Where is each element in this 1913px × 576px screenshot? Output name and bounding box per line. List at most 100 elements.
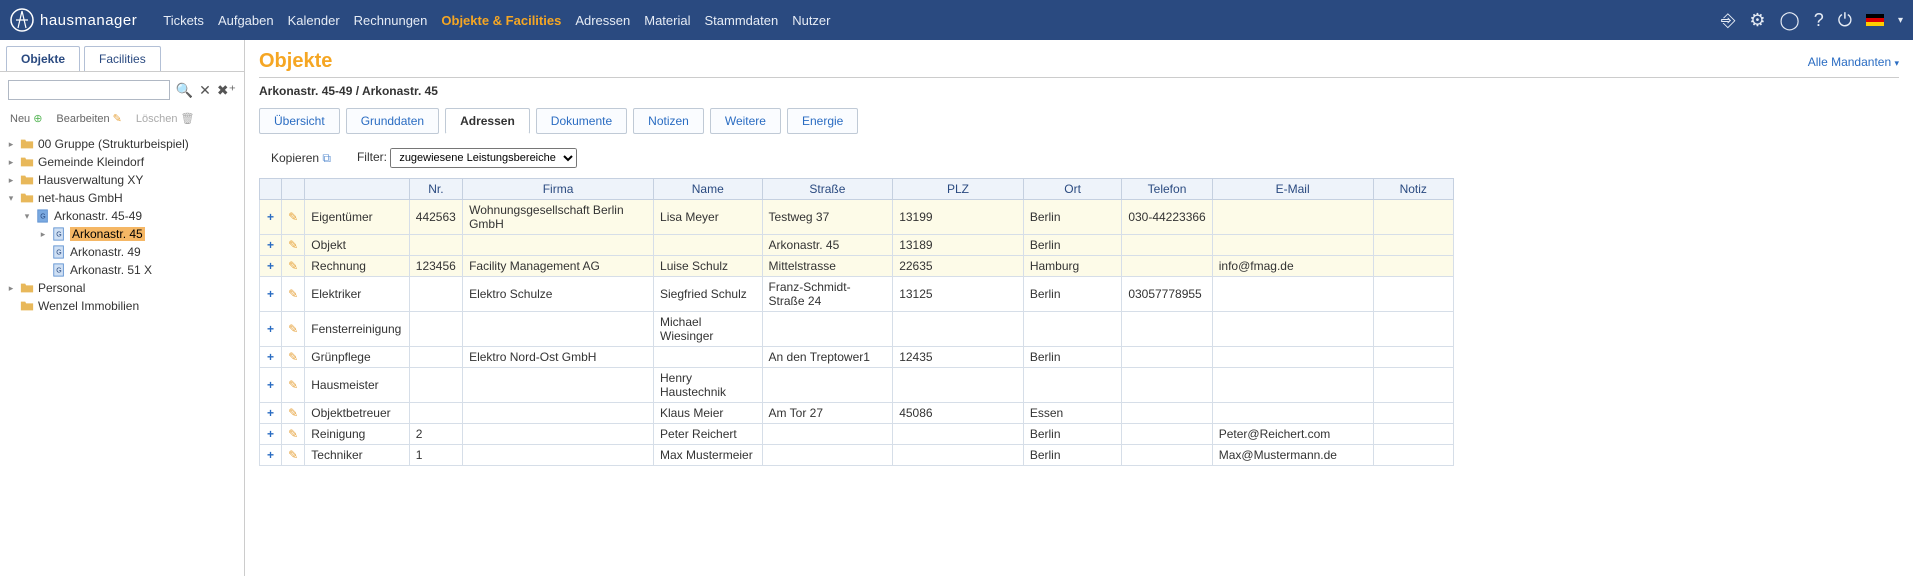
edit-row-icon[interactable]: ✎ (282, 368, 305, 403)
table-row[interactable]: +✎ElektrikerElektro SchulzeSiegfried Sch… (260, 277, 1454, 312)
tree-item[interactable]: GArkonastr. 49 (6, 243, 238, 261)
table-row[interactable]: +✎GrünpflegeElektro Nord-Ost GmbHAn den … (260, 347, 1454, 368)
expand-icon[interactable]: ▸ (6, 283, 16, 294)
col-header[interactable]: PLZ (893, 179, 1024, 200)
edit-row-icon[interactable]: ✎ (282, 424, 305, 445)
nav-item-kalender[interactable]: Kalender (288, 13, 340, 28)
add-row-icon[interactable]: + (260, 312, 282, 347)
add-row-icon[interactable]: + (260, 347, 282, 368)
col-header[interactable]: Nr. (409, 179, 462, 200)
tree-item[interactable]: ▸00 Gruppe (Strukturbeispiel) (6, 135, 238, 153)
tree-item[interactable]: ▾net-haus GmbH (6, 189, 238, 207)
clear-icon[interactable]: ✕ (199, 82, 211, 99)
add-row-icon[interactable]: + (260, 403, 282, 424)
edit-row-icon[interactable]: ✎ (282, 277, 305, 312)
col-header[interactable]: E-Mail (1212, 179, 1373, 200)
col-header[interactable]: Ort (1023, 179, 1121, 200)
col-header[interactable]: Firma (463, 179, 654, 200)
col-header[interactable] (260, 179, 282, 200)
subtab-dokumente[interactable]: Dokumente (536, 108, 627, 134)
table-row[interactable]: +✎Eigentümer442563Wohnungsgesellschaft B… (260, 200, 1454, 235)
login-icon[interactable]: ⎆ (1721, 10, 1735, 31)
flag-dropdown-icon[interactable]: ▾ (1898, 15, 1903, 26)
subtab-grunddaten[interactable]: Grunddaten (346, 108, 439, 134)
nav-item-tickets[interactable]: Tickets (163, 13, 204, 28)
tree-item[interactable]: ▸GArkonastr. 45 (6, 225, 238, 243)
edit-row-icon[interactable]: ✎ (282, 445, 305, 466)
add-row-icon[interactable]: + (260, 445, 282, 466)
col-header[interactable]: Telefon (1122, 179, 1212, 200)
nav-item-stammdaten[interactable]: Stammdaten (705, 13, 779, 28)
tree-item[interactable]: ▸Personal (6, 279, 238, 297)
edit-row-icon[interactable]: ✎ (282, 347, 305, 368)
col-header[interactable] (282, 179, 305, 200)
subtab-übersicht[interactable]: Übersicht (259, 108, 340, 134)
user-icon[interactable]: ◯ (1780, 10, 1800, 31)
svg-text:G: G (56, 268, 61, 275)
subtab-adressen[interactable]: Adressen (445, 108, 530, 134)
add-row-icon[interactable]: + (260, 200, 282, 235)
nav-item-nutzer[interactable]: Nutzer (792, 13, 830, 28)
col-header[interactable]: Name (654, 179, 763, 200)
table-row[interactable]: +✎Rechnung123456Facility Management AGLu… (260, 256, 1454, 277)
nav-item-material[interactable]: Material (644, 13, 690, 28)
add-row-icon[interactable]: + (260, 277, 282, 312)
nav-item-adressen[interactable]: Adressen (575, 13, 630, 28)
expand-icon[interactable]: ▸ (6, 175, 16, 186)
cell-notiz (1373, 347, 1453, 368)
tree-item[interactable]: ▸Hausverwaltung XY (6, 171, 238, 189)
tree-item[interactable]: Wenzel Immobilien (6, 297, 238, 315)
table-row[interactable]: +✎FensterreinigungMichael Wiesinger (260, 312, 1454, 347)
tree-item[interactable]: ▾GArkonastr. 45-49 (6, 207, 238, 225)
flag-de-icon[interactable] (1866, 14, 1884, 26)
edit-row-icon[interactable]: ✎ (282, 235, 305, 256)
table-row[interactable]: +✎ObjektArkonastr. 4513189Berlin (260, 235, 1454, 256)
edit-button[interactable]: Bearbeiten ✎ (56, 112, 121, 125)
sidebar-tab-objekte[interactable]: Objekte (6, 46, 80, 71)
tree-item[interactable]: GArkonastr. 51 X (6, 261, 238, 279)
cell-strasse (762, 424, 893, 445)
col-header[interactable]: Straße (762, 179, 893, 200)
gear-icon[interactable]: ⚙ (1749, 10, 1765, 31)
expand-icon[interactable]: ▸ (6, 139, 16, 150)
main: Objekte Alle Mandanten ▾ Arkonastr. 45-4… (245, 40, 1913, 576)
power-icon[interactable]: ⏻ (1838, 10, 1852, 31)
add-row-icon[interactable]: + (260, 235, 282, 256)
tree-item[interactable]: ▸Gemeinde Kleindorf (6, 153, 238, 171)
nav-item-objekte-facilities[interactable]: Objekte & Facilities (441, 13, 561, 28)
expand-icon[interactable]: ▸ (38, 229, 48, 240)
expand-icon[interactable]: ▾ (22, 211, 32, 222)
table-row[interactable]: +✎ObjektbetreuerKlaus MeierAm Tor 274508… (260, 403, 1454, 424)
cell-telefon (1122, 256, 1212, 277)
help-icon[interactable]: ? (1814, 10, 1824, 31)
col-header[interactable]: Notiz (1373, 179, 1453, 200)
expand-icon[interactable]: ▸ (6, 157, 16, 168)
edit-row-icon[interactable]: ✎ (282, 403, 305, 424)
nav-item-aufgaben[interactable]: Aufgaben (218, 13, 274, 28)
table-row[interactable]: +✎HausmeisterHenry Haustechnik (260, 368, 1454, 403)
cell-firma (463, 368, 654, 403)
add-row-icon[interactable]: + (260, 424, 282, 445)
new-button[interactable]: Neu ⊕ (10, 112, 42, 125)
tools-icon[interactable]: ✖⁺ (217, 82, 236, 99)
add-row-icon[interactable]: + (260, 368, 282, 403)
col-header[interactable] (305, 179, 410, 200)
nav-item-rechnungen[interactable]: Rechnungen (354, 13, 428, 28)
table-row[interactable]: +✎Techniker1Max MustermeierBerlinMax@Mus… (260, 445, 1454, 466)
add-row-icon[interactable]: + (260, 256, 282, 277)
search-input[interactable] (8, 80, 170, 100)
edit-row-icon[interactable]: ✎ (282, 312, 305, 347)
filter-select[interactable]: zugewiesene Leistungsbereiche (390, 148, 577, 168)
search-icon[interactable]: 🔍 (176, 82, 193, 99)
subtab-weitere[interactable]: Weitere (710, 108, 781, 134)
expand-icon[interactable]: ▾ (6, 193, 16, 204)
edit-row-icon[interactable]: ✎ (282, 256, 305, 277)
subtab-energie[interactable]: Energie (787, 108, 858, 134)
delete-button[interactable]: Löschen 🗑 (136, 112, 195, 125)
subtab-notizen[interactable]: Notizen (633, 108, 704, 134)
mandant-selector[interactable]: Alle Mandanten ▾ (1808, 55, 1899, 69)
sidebar-tab-facilities[interactable]: Facilities (84, 46, 161, 71)
copy-button[interactable]: Kopieren ⧉ (271, 151, 331, 166)
table-row[interactable]: +✎Reinigung2Peter ReichertBerlinPeter@Re… (260, 424, 1454, 445)
edit-row-icon[interactable]: ✎ (282, 200, 305, 235)
